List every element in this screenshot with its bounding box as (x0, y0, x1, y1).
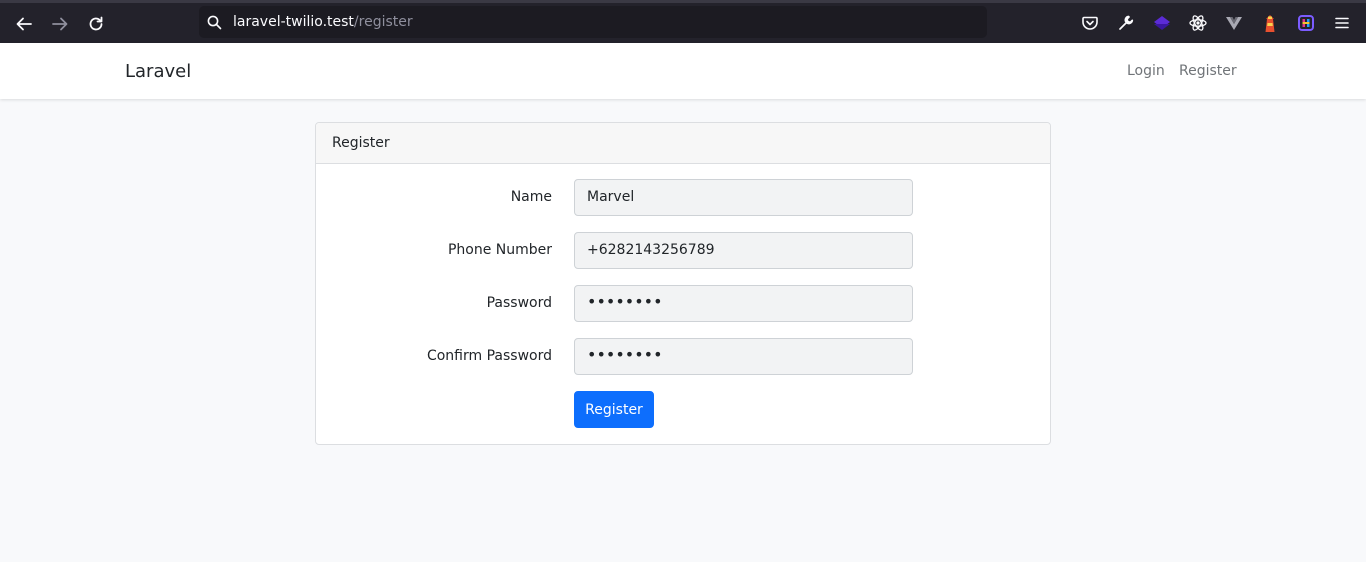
url-host: laravel-twilio.test (233, 14, 354, 30)
phone-input[interactable]: +6282143256789 (574, 232, 913, 269)
form-row-confirm-password: Confirm Password •••••••• (316, 338, 1052, 375)
color-grid-icon (1298, 15, 1314, 31)
address-bar[interactable]: laravel-twilio.test/register (199, 6, 987, 38)
devtools-button[interactable] (1115, 12, 1137, 34)
brand-link[interactable]: Laravel (125, 61, 191, 82)
nav-register-link[interactable]: Register (1179, 63, 1237, 79)
vue-icon (1226, 17, 1242, 30)
reload-icon (89, 16, 103, 31)
arrow-left-icon (16, 17, 32, 31)
react-icon (1189, 15, 1207, 31)
name-label: Name (510, 189, 552, 205)
confirm-password-input[interactable]: •••••••• (574, 338, 913, 375)
url-path: /register (353, 14, 413, 30)
extension-purple-button[interactable] (1151, 12, 1173, 34)
name-input[interactable]: Marvel (574, 179, 913, 216)
register-card: Register Name Marvel Phone Number +62821… (315, 122, 1051, 445)
form-row-phone: Phone Number +6282143256789 (316, 232, 1052, 269)
confirm-password-label: Confirm Password (426, 348, 552, 364)
url-text: laravel-twilio.test/register (233, 14, 413, 30)
react-devtools-button[interactable] (1187, 12, 1209, 34)
forward-button[interactable] (47, 11, 73, 37)
form-row-password: Password •••••••• (316, 285, 1052, 322)
arrow-right-icon (52, 17, 68, 31)
browser-toolbar: laravel-twilio.test/register (0, 0, 1366, 43)
hamburger-menu-icon (1335, 17, 1349, 29)
vue-devtools-button[interactable] (1223, 12, 1245, 34)
password-label: Password (486, 295, 552, 311)
search-icon (207, 15, 222, 30)
reload-button[interactable] (83, 11, 109, 37)
phone-label: Phone Number (447, 242, 552, 258)
app-navbar: Laravel Login Register (0, 43, 1366, 99)
register-button[interactable]: Register (574, 391, 654, 428)
form-row-name: Name Marvel (316, 179, 1052, 216)
lighthouse-button[interactable] (1259, 12, 1281, 34)
card-title: Register (316, 123, 1050, 164)
wrench-icon (1119, 15, 1134, 30)
lighthouse-icon (1265, 15, 1275, 32)
pocket-button[interactable] (1079, 12, 1101, 34)
nav-login-link[interactable]: Login (1127, 63, 1165, 79)
menu-button[interactable] (1331, 12, 1353, 34)
color-extension-button[interactable] (1295, 12, 1317, 34)
pocket-icon (1082, 16, 1098, 30)
password-input[interactable]: •••••••• (574, 285, 913, 322)
back-button[interactable] (11, 11, 37, 37)
layers-icon (1154, 16, 1170, 30)
